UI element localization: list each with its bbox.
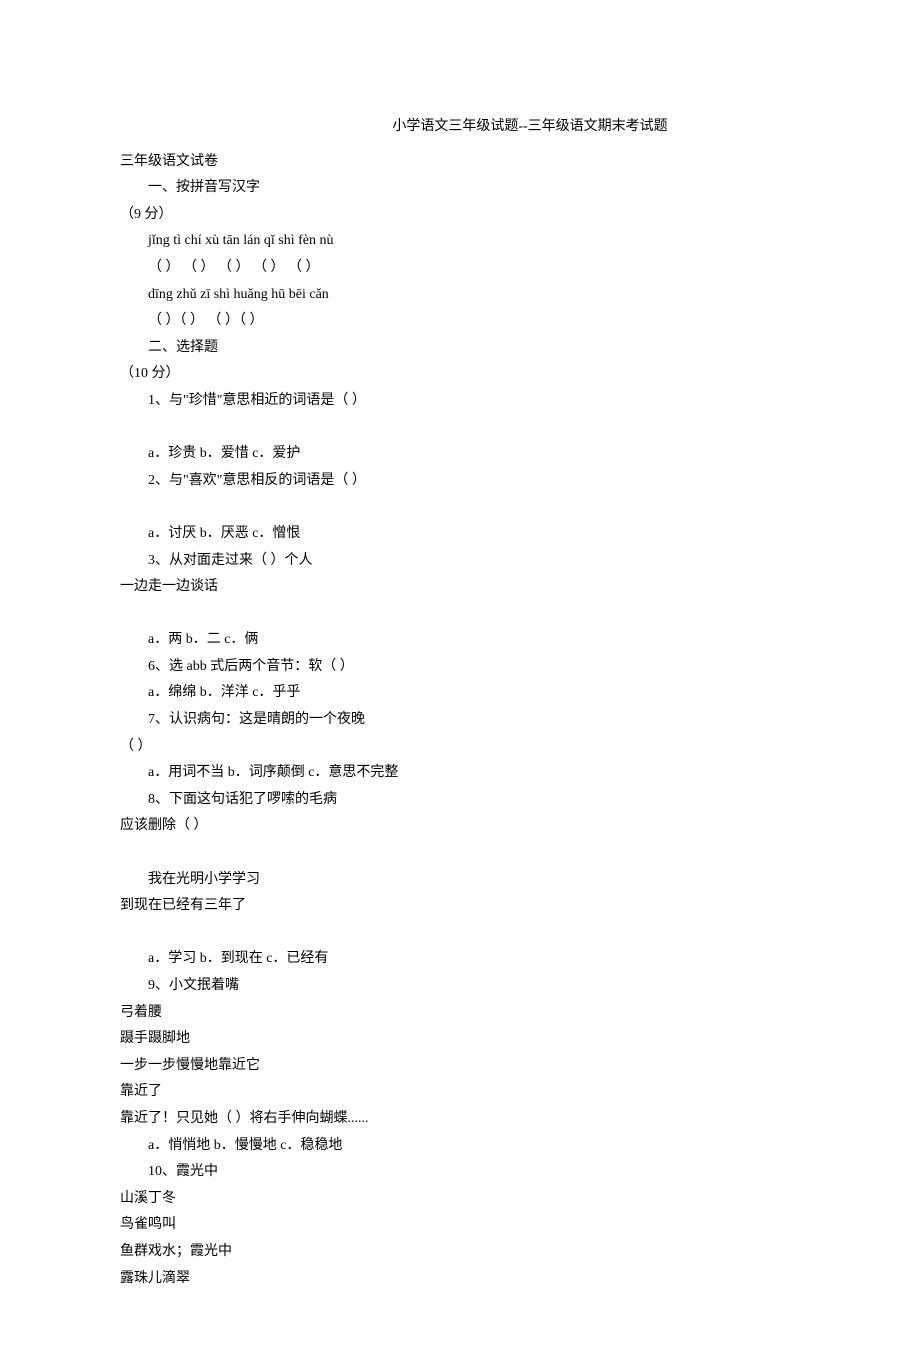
question-6: 6、选 abb 式后两个音节：软（ ） bbox=[120, 654, 800, 681]
section2-points: （10 分） bbox=[120, 361, 800, 388]
question-7-options: a．用词不当 b．词序颠倒 c．意思不完整 bbox=[120, 760, 800, 787]
question-10-l5: 露珠儿滴翠 bbox=[120, 1266, 800, 1293]
question-8-line1: 我在光明小学学习 bbox=[120, 867, 800, 894]
question-9: 9、小文抿着嘴 bbox=[120, 973, 800, 1000]
question-3: 3、从对面走过来（ ）个人 bbox=[120, 548, 800, 575]
question-10-l2: 山溪丁冬 bbox=[120, 1186, 800, 1213]
question-10: 10、霞光中 bbox=[120, 1159, 800, 1186]
question-3-options: a．两 b．二 c．俩 bbox=[120, 627, 800, 654]
question-10-l3: 鸟雀鸣叫 bbox=[120, 1212, 800, 1239]
question-9-l4: 一步一步慢慢地靠近它 bbox=[120, 1053, 800, 1080]
question-9-l6: 靠近了！只见她（ ）将右手伸向蝴蝶...... bbox=[120, 1106, 800, 1133]
question-2-options: a．讨厌 b．厌恶 c．憎恨 bbox=[120, 521, 800, 548]
question-10-l4: 鱼群戏水；霞光中 bbox=[120, 1239, 800, 1266]
question-8-options: a．学习 b．到现在 c．已经有 bbox=[120, 946, 800, 973]
question-9-options: a．悄悄地 b．慢慢地 c．稳稳地 bbox=[120, 1133, 800, 1160]
pinyin-row2: dīng zhǔ zī shì huǎng hū bēi cǎn bbox=[120, 282, 800, 309]
blanks-row2: （ ）（ ） （ ）（ ） bbox=[120, 308, 800, 335]
pinyin-row1: jǐng tì chí xù tān lán qǐ shì fèn nù bbox=[120, 228, 800, 255]
question-3-tail: 一边走一边谈话 bbox=[120, 574, 800, 601]
blanks-row1: （ ） （ ） （ ） （ ） （ ） bbox=[120, 255, 800, 282]
document-title: 小学语文三年级试题--三年级语文期末考试题 bbox=[120, 114, 800, 141]
question-1: 1、与"珍惜"意思相近的词语是（ ） bbox=[120, 388, 800, 415]
question-7-tail: （ ） bbox=[120, 734, 800, 761]
section2-heading: 二、选择题 bbox=[120, 335, 800, 362]
question-6-options: a．绵绵 b．洋洋 c．乎乎 bbox=[120, 680, 800, 707]
question-8-tail: 应该删除（ ） bbox=[120, 813, 800, 840]
question-8: 8、下面这句话犯了啰嗦的毛病 bbox=[120, 787, 800, 814]
question-9-l3: 蹑手蹑脚地 bbox=[120, 1026, 800, 1053]
section1-points: （9 分） bbox=[120, 202, 800, 229]
question-1-options: a．珍贵 b．爱惜 c．爱护 bbox=[120, 441, 800, 468]
section1-heading: 一、按拼音写汉字 bbox=[120, 175, 800, 202]
question-2: 2、与"喜欢"意思相反的词语是（ ） bbox=[120, 468, 800, 495]
subtitle: 三年级语文试卷 bbox=[120, 149, 800, 176]
question-9-l2: 弓着腰 bbox=[120, 1000, 800, 1027]
question-8-line2: 到现在已经有三年了 bbox=[120, 893, 800, 920]
question-9-l5: 靠近了 bbox=[120, 1079, 800, 1106]
question-7: 7、认识病句：这是晴朗的一个夜晚 bbox=[120, 707, 800, 734]
